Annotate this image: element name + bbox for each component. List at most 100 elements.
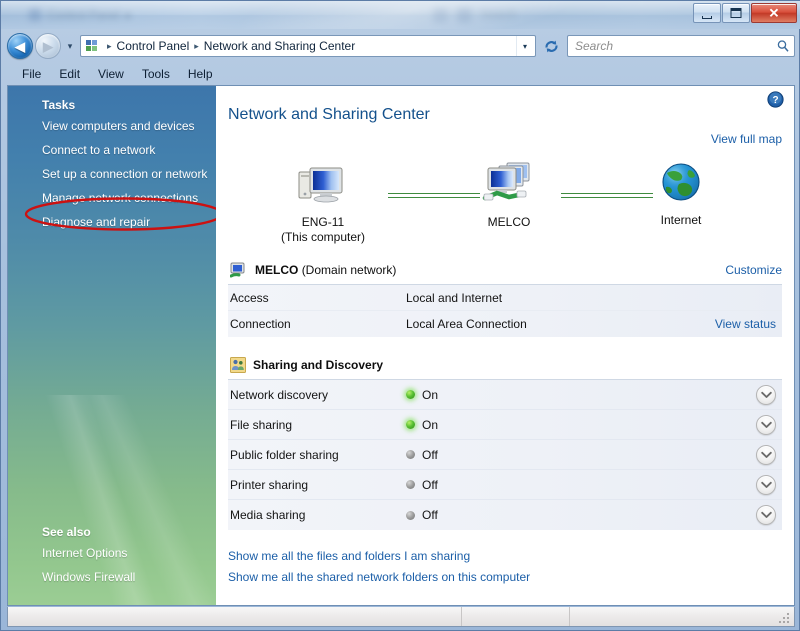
customize-link[interactable]: Customize xyxy=(725,263,782,277)
map-node-melco[interactable]: MELCO xyxy=(444,160,574,230)
network-group-icon xyxy=(482,162,530,201)
expand-chevron-down-icon[interactable] xyxy=(756,414,776,435)
expand-chevron-down-icon[interactable] xyxy=(756,384,776,405)
menu-edit[interactable]: Edit xyxy=(50,66,89,82)
tasks-heading: Tasks xyxy=(42,98,76,112)
search-placeholder: Search xyxy=(575,39,614,53)
breadcrumb[interactable]: ▸ Control Panel ▸ Network and Sharing Ce… xyxy=(80,35,536,57)
breadcrumb-item-network-and-sharing-center[interactable]: Network and Sharing Center xyxy=(204,39,355,53)
menu-file[interactable]: File xyxy=(13,66,50,82)
status-bar-segment-2 xyxy=(462,607,570,626)
row-state-label: Off xyxy=(422,477,438,492)
row-key: Public folder sharing xyxy=(230,447,339,462)
control-panel-icon xyxy=(84,38,100,54)
bottom-links: Show me all the files and folders I am s… xyxy=(216,530,794,588)
titlebar-ghost-search: Search xyxy=(481,9,516,21)
map-node-label: ENG-11 xyxy=(301,215,345,229)
search-input[interactable]: Search xyxy=(567,35,795,57)
menu-help[interactable]: Help xyxy=(179,66,222,82)
row-state: On xyxy=(406,418,756,432)
sharing-options-table: Network discovery On File sharing On Pub… xyxy=(228,379,782,530)
row-value: Local and Internet xyxy=(406,290,503,305)
map-node-internet[interactable]: Internet xyxy=(616,160,746,228)
forward-button[interactable]: ▶ xyxy=(35,33,61,59)
table-row: Network discovery On xyxy=(228,380,782,410)
row-key: Network discovery xyxy=(230,387,329,402)
sidebar-item-diagnose-and-repair[interactable]: Diagnose and repair xyxy=(8,210,216,234)
svg-text:?: ? xyxy=(772,95,778,106)
back-button[interactable]: ◀ xyxy=(7,33,33,59)
status-indicator-off xyxy=(406,510,415,520)
window-controls: ✕ xyxy=(693,3,797,23)
main-pane: ? Network and Sharing Center View full m… xyxy=(216,86,794,605)
map-node-sublabel: (This computer) xyxy=(280,230,366,244)
map-node-eng-11[interactable]: ENG-11 (This computer) xyxy=(258,160,388,245)
status-indicator-off xyxy=(406,480,415,489)
titlebar-ghost-text: Control Panel xyxy=(47,8,120,22)
row-state: On xyxy=(406,388,756,402)
status-bar-segment-3 xyxy=(570,607,571,626)
page-title: Network and Sharing Center xyxy=(228,106,430,123)
network-section-title: MELCO (Domain network) xyxy=(255,263,396,277)
explorer-window: Control Panel ▸ Search ✕ ◀ ▶ ▾ ▸ Control… xyxy=(0,0,800,631)
expand-chevron-down-icon[interactable] xyxy=(756,474,776,495)
sharing-section: Sharing and Discovery Network discovery … xyxy=(228,353,782,530)
table-row: Printer sharing Off xyxy=(228,470,782,500)
refresh-icon[interactable] xyxy=(540,35,562,57)
status-bar-segment-1 xyxy=(8,607,462,626)
resize-grip[interactable] xyxy=(778,610,792,624)
help-icon[interactable]: ? xyxy=(767,91,784,108)
see-also-heading: See also xyxy=(42,525,91,539)
content-area: Tasks View computers and devices Connect… xyxy=(7,85,795,606)
row-state-label: On xyxy=(422,417,439,432)
row-key: Media sharing xyxy=(230,508,306,522)
row-state-label: Off xyxy=(422,508,438,522)
sharing-section-title: Sharing and Discovery xyxy=(253,358,384,372)
map-node-label: Internet xyxy=(660,213,702,227)
sidebar-item-windows-firewall[interactable]: Windows Firewall xyxy=(8,565,216,589)
network-details-table: Access Local and Internet Connection Loc… xyxy=(228,284,782,337)
row-key: Access xyxy=(230,290,269,305)
row-state-label: Off xyxy=(422,447,438,462)
menu-view[interactable]: View xyxy=(89,66,133,82)
sidebar-item-connect-to-a-network[interactable]: Connect to a network xyxy=(8,138,216,162)
row-value: Local Area Connection xyxy=(406,317,527,331)
sidebar-item-set-up-a-connection-or-network[interactable]: Set up a connection or network xyxy=(8,162,216,186)
address-bar-row: ◀ ▶ ▾ ▸ Control Panel ▸ Network and Shar… xyxy=(1,29,800,63)
see-also-group: See also Internet Options Windows Firewa… xyxy=(8,513,216,589)
menu-tools[interactable]: Tools xyxy=(133,66,179,82)
tasks-sidebar: Tasks View computers and devices Connect… xyxy=(8,86,216,605)
row-state-label: On xyxy=(422,387,439,402)
expand-chevron-down-icon[interactable] xyxy=(756,444,776,465)
close-button[interactable]: ✕ xyxy=(751,3,797,23)
breadcrumb-dropdown-icon[interactable]: ▾ xyxy=(516,36,533,56)
network-icon xyxy=(230,262,245,278)
titlebar-glass-reflection-right: Search xyxy=(433,5,733,25)
maximize-button[interactable] xyxy=(722,3,750,23)
sidebar-item-manage-network-connections[interactable]: Manage network connections xyxy=(8,186,216,210)
globe-icon xyxy=(662,163,700,201)
sidebar-item-view-computers-and-devices[interactable]: View computers and devices xyxy=(8,114,216,138)
link-show-files-and-folders-sharing[interactable]: Show me all the files and folders I am s… xyxy=(228,546,470,567)
view-status-link[interactable]: View status xyxy=(715,317,782,331)
breadcrumb-item-control-panel[interactable]: Control Panel xyxy=(117,39,190,53)
sharing-people-icon xyxy=(230,357,246,373)
menu-bar: File Edit View Tools Help xyxy=(1,63,800,85)
row-key: Connection xyxy=(230,317,291,331)
computer-icon xyxy=(298,167,343,203)
row-key: File sharing xyxy=(230,417,293,432)
table-row: Access Local and Internet xyxy=(228,285,782,311)
view-full-map-link[interactable]: View full map xyxy=(711,132,782,146)
minimize-button[interactable] xyxy=(693,3,721,23)
status-indicator-off xyxy=(406,450,415,459)
link-show-shared-network-folders[interactable]: Show me all the shared network folders o… xyxy=(228,567,530,588)
row-state: Off xyxy=(406,508,756,522)
expand-chevron-down-icon[interactable] xyxy=(756,505,776,525)
network-section-header: MELCO (Domain network) Customize xyxy=(228,258,782,284)
sidebar-item-internet-options[interactable]: Internet Options xyxy=(8,541,216,565)
history-dropdown-icon[interactable]: ▾ xyxy=(63,41,77,51)
window-titlebar: Control Panel ▸ Search ✕ xyxy=(1,1,800,29)
table-row: Media sharing Off xyxy=(228,500,782,530)
network-map: View full map ENG-11 (This computer) MEL… xyxy=(216,130,794,258)
status-indicator-on xyxy=(406,390,415,399)
